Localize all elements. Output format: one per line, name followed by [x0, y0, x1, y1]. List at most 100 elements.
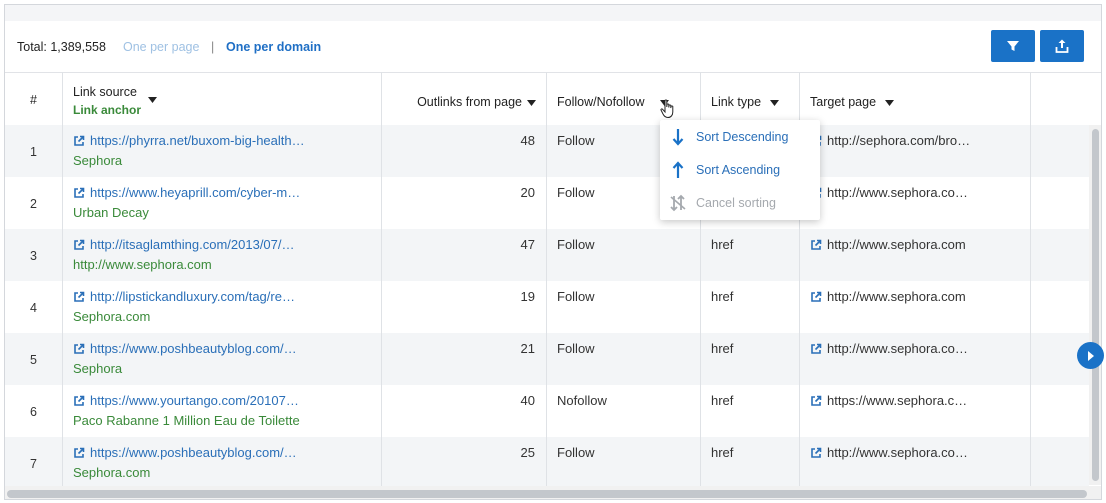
- export-icon: [1055, 39, 1069, 53]
- header-link-type[interactable]: Link type: [700, 73, 799, 126]
- link-anchor: Paco Rabanne 1 Million Eau de Toilette: [73, 413, 300, 428]
- link-source-url: https://www.poshbeautyblog.com/…: [90, 445, 297, 460]
- link-source-url: https://phyrra.net/buxom-big-health…: [90, 133, 305, 148]
- row-index: 1: [30, 145, 37, 159]
- target-page-url: http://www.sephora.co…: [827, 341, 968, 356]
- link-anchor: Sephora.com: [73, 465, 151, 480]
- target-page-url: http://www.sephora.co…: [827, 445, 968, 460]
- row-index: 2: [30, 197, 37, 211]
- column-divider: [546, 72, 547, 499]
- target-page-link[interactable]: http://www.sephora.co…: [810, 445, 968, 460]
- target-page-link[interactable]: http://www.sephora.com: [810, 289, 966, 304]
- table-row: 4 http://lipstickandluxury.com/tag/re… S…: [5, 281, 1089, 333]
- header-link-type-label: Link type: [711, 95, 762, 109]
- sort-descending-item[interactable]: Sort Descending: [660, 120, 820, 153]
- link-type: href: [711, 289, 734, 304]
- caret-down-icon: [885, 100, 894, 106]
- follow-status: Nofollow: [557, 393, 607, 408]
- horizontal-scrollbar-thumb[interactable]: [7, 490, 1087, 498]
- view-separator: |: [211, 40, 215, 54]
- link-type: href: [711, 393, 734, 408]
- table-row: 2 https://www.heyaprill.com/cyber-m… Urb…: [5, 177, 1089, 229]
- external-link-icon: [74, 187, 85, 198]
- header-link-source[interactable]: Link source Link anchor: [62, 73, 381, 126]
- link-anchor: Sephora.com: [73, 309, 151, 324]
- caret-down-icon: [148, 97, 157, 103]
- link-source[interactable]: https://www.poshbeautyblog.com/…: [73, 341, 297, 356]
- view-one-per-domain-link[interactable]: One per domain: [226, 40, 321, 54]
- follow-status: Follow: [557, 237, 595, 252]
- target-page-url: http://sephora.com/bro…: [827, 133, 971, 148]
- top-strip: [5, 5, 1101, 21]
- header-target-page[interactable]: Target page: [799, 73, 1030, 126]
- follow-status: Follow: [557, 289, 595, 304]
- link-source-url: https://www.heyaprill.com/cyber-m…: [90, 185, 301, 200]
- vertical-scrollbar[interactable]: [1089, 125, 1101, 485]
- table-row: 5 https://www.poshbeautyblog.com/… Sepho…: [5, 333, 1089, 385]
- sort-ascending-label: Sort Ascending: [696, 162, 781, 177]
- outlinks-count: 19: [520, 289, 535, 304]
- cancel-sorting-item[interactable]: Cancel sorting: [660, 186, 820, 219]
- header-link-source-label: Link source: [73, 85, 137, 99]
- external-link-icon: [74, 447, 85, 458]
- column-divider: [1030, 72, 1031, 499]
- header-target-label: Target page: [810, 95, 877, 109]
- view-one-per-page-link[interactable]: One per page: [123, 40, 199, 54]
- target-page-link[interactable]: http://www.sephora.com: [810, 237, 966, 252]
- external-link-icon: [74, 395, 85, 406]
- link-source[interactable]: https://www.heyaprill.com/cyber-m…: [73, 185, 300, 200]
- header-index: #: [30, 93, 37, 107]
- link-source-url: https://www.poshbeautyblog.com/…: [90, 341, 297, 356]
- arrow-up-icon: [672, 160, 684, 178]
- outlinks-count: 21: [520, 341, 535, 356]
- total-count: Total: 1,389,558: [17, 40, 106, 54]
- table-row: 7 https://www.poshbeautyblog.com/… Sepho…: [5, 437, 1089, 489]
- link-anchor: Sephora: [73, 361, 123, 376]
- caret-down-icon: [527, 100, 536, 106]
- sort-descending-label: Sort Descending: [696, 129, 789, 144]
- follow-status: Follow: [557, 133, 595, 148]
- link-source-url: http://itsaglamthing.com/2013/07/…: [90, 237, 295, 252]
- link-source-url: http://lipstickandluxury.com/tag/re…: [90, 289, 295, 304]
- backlinks-table-panel: Total: 1,389,558 One per page | One per …: [4, 4, 1102, 500]
- header-follow-label: Follow/Nofollow: [557, 95, 645, 109]
- target-page-link[interactable]: http://www.sephora.co…: [810, 341, 968, 356]
- external-link-icon: [811, 395, 822, 406]
- target-page-url: http://www.sephora.co…: [827, 185, 968, 200]
- outlinks-count: 40: [520, 393, 535, 408]
- link-source[interactable]: https://phyrra.net/buxom-big-health…: [73, 133, 305, 148]
- follow-status: Follow: [557, 341, 595, 356]
- header-follow-nofollow[interactable]: Follow/Nofollow: [546, 73, 700, 126]
- scroll-right-button[interactable]: [1077, 342, 1104, 369]
- link-anchor: http://www.sephora.com: [73, 257, 212, 272]
- external-link-icon: [811, 447, 822, 458]
- cancel-sort-icon: [670, 194, 686, 211]
- horizontal-scrollbar[interactable]: [5, 486, 1101, 499]
- header-outlinks[interactable]: Outlinks from page: [381, 73, 546, 126]
- sort-menu: Sort Descending Sort Ascending Cancel so…: [660, 120, 820, 220]
- external-link-icon: [811, 291, 822, 302]
- target-page-link[interactable]: http://www.sephora.co…: [810, 185, 968, 200]
- target-page-link[interactable]: https://www.sephora.c…: [810, 393, 967, 408]
- sort-ascending-item[interactable]: Sort Ascending: [660, 153, 820, 186]
- outlinks-count: 48: [520, 133, 535, 148]
- link-anchor: Sephora: [73, 153, 123, 168]
- external-link-icon: [74, 291, 85, 302]
- link-anchor: Urban Decay: [73, 205, 149, 220]
- target-page-url: http://www.sephora.com: [827, 289, 966, 304]
- outlinks-count: 25: [520, 445, 535, 460]
- link-source[interactable]: http://lipstickandluxury.com/tag/re…: [73, 289, 295, 304]
- link-source[interactable]: https://www.poshbeautyblog.com/…: [73, 445, 297, 460]
- export-button[interactable]: [1040, 30, 1084, 62]
- target-page-url: http://www.sephora.com: [827, 237, 966, 252]
- link-source[interactable]: http://itsaglamthing.com/2013/07/…: [73, 237, 295, 252]
- outlinks-count: 47: [520, 237, 535, 252]
- link-source[interactable]: https://www.yourtango.com/20107…: [73, 393, 299, 408]
- vertical-scrollbar-thumb[interactable]: [1092, 129, 1099, 481]
- toolbar: Total: 1,389,558 One per page | One per …: [5, 21, 1101, 71]
- external-link-icon: [74, 343, 85, 354]
- row-index: 7: [30, 457, 37, 471]
- follow-status: Follow: [557, 185, 595, 200]
- filter-button[interactable]: [991, 30, 1035, 62]
- target-page-link[interactable]: http://sephora.com/bro…: [810, 133, 970, 148]
